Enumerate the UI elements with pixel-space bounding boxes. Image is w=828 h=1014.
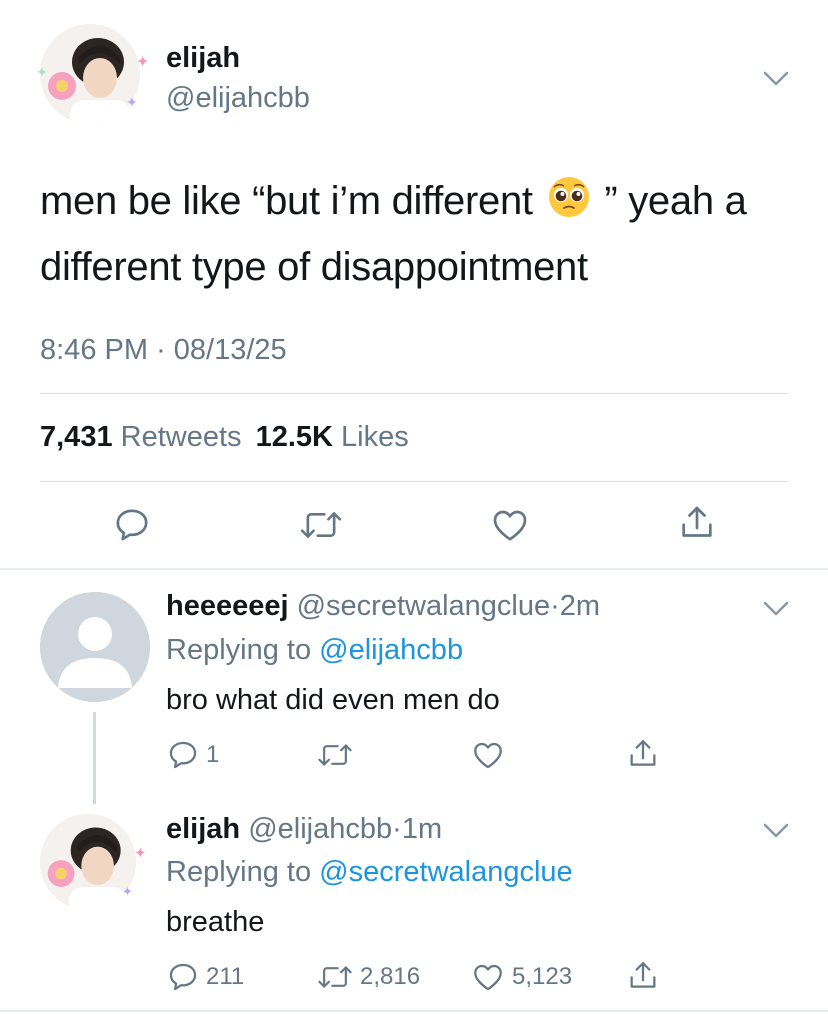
likes-count: 12.5K bbox=[255, 421, 333, 453]
reply-text: bro what did even men do bbox=[166, 684, 500, 716]
divider bbox=[0, 568, 828, 570]
retweets-count: 7,431 bbox=[40, 421, 113, 453]
author-name[interactable]: elijah bbox=[166, 42, 240, 75]
like-button[interactable] bbox=[470, 738, 512, 772]
reply-time: 1m bbox=[401, 813, 443, 845]
sparkle-decoration-icon: ✦ bbox=[126, 94, 138, 110]
reply-count: 211 bbox=[206, 963, 245, 990]
sparkle-decoration-icon: ✦ bbox=[136, 54, 150, 71]
profile-photo-icon bbox=[40, 24, 140, 124]
like-icon bbox=[474, 742, 502, 769]
reply-header: elijah @elijahcbb·1m bbox=[166, 813, 442, 846]
reply-button[interactable]: 211 bbox=[166, 960, 244, 994]
sparkle-decoration-icon: ✦ bbox=[36, 64, 48, 80]
replying-to-handle[interactable]: @secretwalangclue bbox=[319, 856, 573, 888]
default-avatar-icon bbox=[40, 592, 150, 702]
reply-icon bbox=[169, 741, 197, 769]
retweet-button[interactable] bbox=[316, 738, 360, 772]
chevron-down-icon[interactable] bbox=[762, 70, 790, 88]
reply-icon bbox=[116, 509, 148, 541]
share-button[interactable] bbox=[626, 736, 660, 772]
reply-author-avatar[interactable] bbox=[40, 592, 150, 702]
author-handle[interactable]: @elijahcbb bbox=[166, 82, 310, 115]
tweet-timestamp[interactable]: 8:46 PM · 08/13/25 bbox=[40, 334, 287, 367]
replying-prefix: Replying to bbox=[166, 634, 312, 666]
like-icon bbox=[493, 510, 527, 541]
replying-to: Replying to @elijahcbb bbox=[166, 634, 463, 667]
reply-author-name[interactable]: elijah bbox=[166, 813, 240, 845]
divider bbox=[40, 481, 788, 482]
share-icon bbox=[630, 740, 656, 766]
divider bbox=[40, 393, 788, 394]
retweet-count: 2,816 bbox=[360, 963, 421, 990]
replying-to: Replying to @secretwalangclue bbox=[166, 856, 573, 889]
reply-icon bbox=[169, 963, 197, 991]
tweet-text-part: men be like “but i’m different bbox=[40, 179, 533, 223]
tweet-time: 8:46 PM bbox=[40, 334, 148, 366]
reply-author-name[interactable]: heeeeeej bbox=[166, 590, 289, 622]
tweet-date: 08/13/25 bbox=[173, 334, 287, 366]
chevron-down-icon[interactable] bbox=[762, 822, 790, 840]
reply-author-handle[interactable]: @elijahcbb bbox=[248, 813, 392, 845]
reply-button[interactable] bbox=[112, 505, 152, 545]
retweets-stat[interactable]: 7,431 Retweets bbox=[40, 421, 242, 453]
author-avatar[interactable] bbox=[40, 24, 140, 124]
retweet-icon bbox=[318, 744, 352, 766]
sparkle-decoration-icon: ✦ bbox=[134, 845, 147, 862]
share-icon bbox=[630, 962, 656, 988]
retweet-icon bbox=[318, 966, 352, 988]
thread-line bbox=[93, 712, 96, 804]
replying-to-handle[interactable]: @elijahcbb bbox=[319, 634, 463, 666]
divider bbox=[0, 1010, 828, 1012]
like-button[interactable] bbox=[489, 505, 531, 545]
like-button[interactable]: 5,123 bbox=[470, 960, 572, 994]
engagement-counts: 7,431 Retweets 12.5K Likes bbox=[40, 421, 409, 454]
likes-stat[interactable]: 12.5K Likes bbox=[256, 421, 409, 453]
share-button[interactable] bbox=[626, 958, 660, 994]
separator-dot: · bbox=[550, 590, 560, 622]
separator-dot: · bbox=[392, 813, 402, 845]
retweet-button[interactable] bbox=[298, 505, 344, 545]
retweets-label: Retweets bbox=[120, 421, 242, 453]
reply-text: breathe bbox=[166, 906, 265, 938]
reply-author-handle[interactable]: @secretwalangclue bbox=[297, 590, 551, 622]
like-icon bbox=[474, 964, 502, 991]
sparkle-decoration-icon: ✦ bbox=[122, 884, 133, 899]
separator-dot: · bbox=[156, 334, 166, 366]
reply-header: heeeeeej @secretwalangclue·2m bbox=[166, 590, 600, 623]
tweet-text: men be like “but i’m different ” yeah a … bbox=[40, 168, 800, 300]
reply-time: 2m bbox=[559, 590, 601, 622]
replying-prefix: Replying to bbox=[166, 856, 312, 888]
reply-count: 1 bbox=[206, 741, 220, 768]
retweet-button[interactable]: 2,816 bbox=[316, 960, 420, 994]
chevron-down-icon[interactable] bbox=[762, 600, 790, 618]
like-count: 5,123 bbox=[512, 963, 573, 990]
reply-button[interactable]: 1 bbox=[166, 738, 219, 772]
share-icon bbox=[682, 506, 712, 537]
retweet-icon bbox=[300, 512, 342, 538]
likes-label: Likes bbox=[341, 421, 409, 453]
pleading-face-emoji-icon bbox=[548, 177, 589, 217]
share-button[interactable] bbox=[677, 502, 717, 544]
